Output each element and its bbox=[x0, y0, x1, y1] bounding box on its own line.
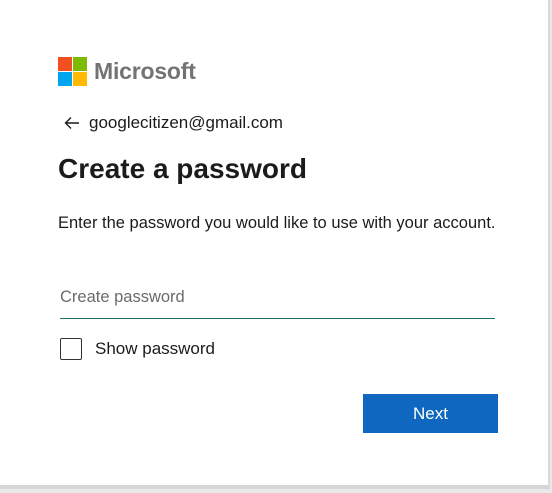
page-title: Create a password bbox=[58, 153, 307, 184]
password-input[interactable] bbox=[60, 280, 495, 314]
arrow-left-icon[interactable] bbox=[62, 113, 82, 133]
show-password-toggle[interactable]: Show password bbox=[60, 338, 215, 360]
signup-card: Microsoft googlecitizen@gmail.com Create… bbox=[0, 0, 550, 489]
microsoft-logo-icon bbox=[58, 57, 87, 86]
show-password-checkbox[interactable] bbox=[60, 338, 82, 360]
next-button[interactable]: Next bbox=[363, 394, 498, 433]
microsoft-logo: Microsoft bbox=[58, 57, 196, 86]
brand-name: Microsoft bbox=[94, 58, 196, 84]
show-password-label: Show password bbox=[95, 339, 216, 358]
account-email: googlecitizen@gmail.com bbox=[89, 113, 283, 132]
page-description: Enter the password you would like to use… bbox=[58, 214, 496, 232]
identity-banner: googlecitizen@gmail.com bbox=[62, 113, 283, 133]
password-field-container bbox=[60, 280, 495, 319]
